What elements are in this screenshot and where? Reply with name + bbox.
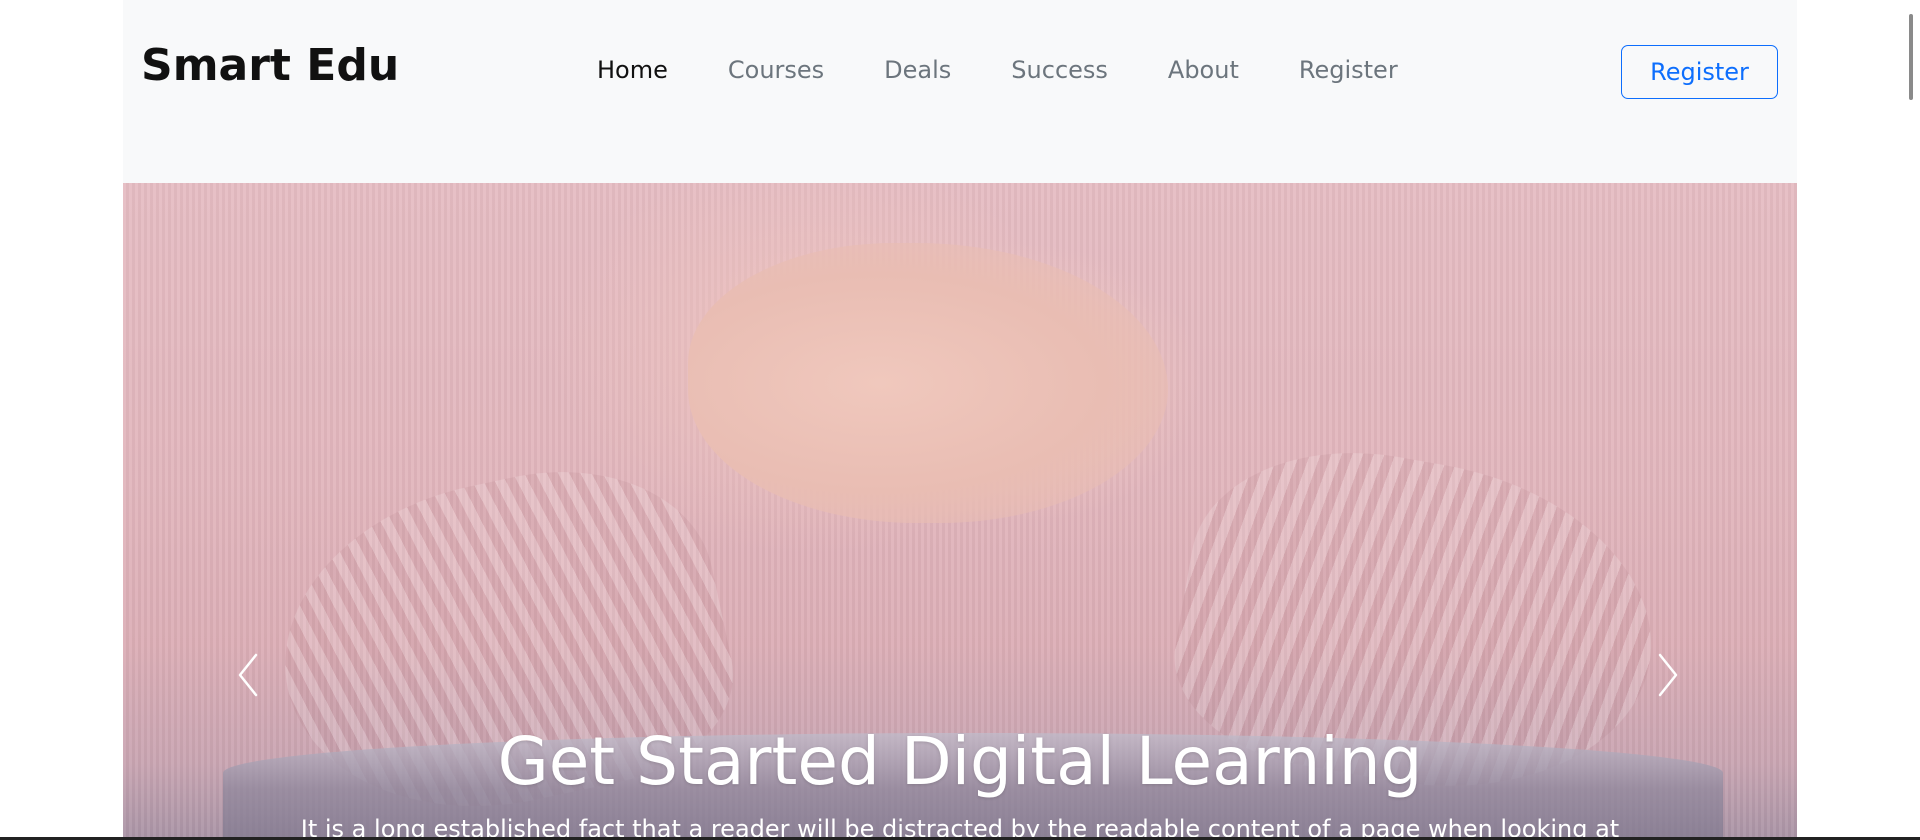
hero-carousel: Get Started Digital Learning It is a lon… [123, 183, 1797, 840]
register-button[interactable]: Register [1621, 45, 1778, 99]
hero-title: Get Started Digital Learning [497, 723, 1423, 800]
carousel-prev-button[interactable] [228, 645, 268, 705]
nav-link-deals[interactable]: Deals [884, 56, 951, 84]
chevron-left-icon [238, 653, 258, 697]
hero-image-detail [688, 243, 1168, 523]
main-nav: Home Courses Deals Success About Registe… [597, 56, 1398, 84]
carousel-next-button[interactable] [1648, 645, 1688, 705]
nav-link-about[interactable]: About [1168, 56, 1239, 84]
main-container: Smart Edu Home Courses Deals Success Abo… [123, 0, 1797, 840]
nav-link-home[interactable]: Home [597, 56, 668, 84]
brand-logo[interactable]: Smart Edu [141, 40, 399, 91]
chevron-right-icon [1658, 653, 1678, 697]
scrollbar-thumb[interactable] [1909, 14, 1913, 100]
nav-link-register[interactable]: Register [1299, 56, 1398, 84]
nav-link-success[interactable]: Success [1011, 56, 1108, 84]
nav-link-courses[interactable]: Courses [728, 56, 824, 84]
page-scrollbar[interactable] [1902, 0, 1920, 840]
page: Smart Edu Home Courses Deals Success Abo… [0, 0, 1920, 840]
